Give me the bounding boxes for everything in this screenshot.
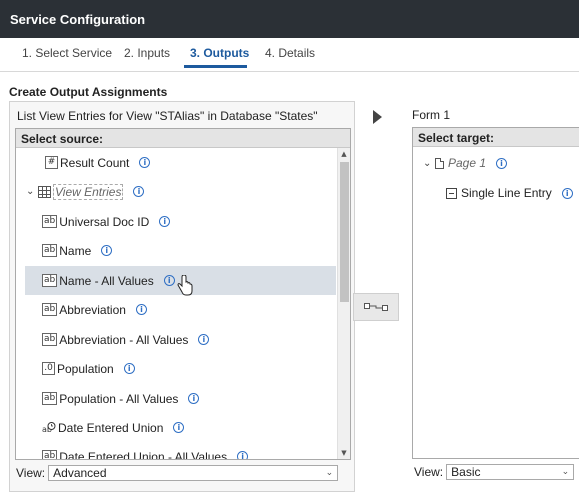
hand-cursor-icon — [177, 274, 193, 295]
tree-item-population-all-values[interactable]: ab Population - All Values i — [25, 384, 336, 413]
connect-icon — [364, 303, 388, 311]
source-panel: List View Entries for View "STAlias" in … — [9, 101, 355, 492]
window-title: Service Configuration — [0, 0, 579, 38]
tree-item-label: Abbreviation — [59, 302, 126, 317]
tabs-divider — [0, 71, 579, 72]
info-icon[interactable]: i — [496, 157, 508, 169]
tab-select-service[interactable]: 1. Select Service — [22, 46, 112, 60]
section-title: Create Output Assignments — [9, 85, 168, 99]
tree-item-universal-doc-id[interactable]: ab Universal Doc ID i — [25, 207, 336, 236]
text-field-icon: ab — [42, 303, 58, 316]
target-view-value: Basic — [451, 465, 481, 479]
tree-item-label: Population — [57, 361, 114, 376]
text-field-icon: ab — [42, 333, 58, 346]
text-field-icon: ab — [42, 244, 58, 257]
wizard-tabs: 1. Select Service 2. Inputs 3. Outputs 4… — [0, 38, 579, 71]
chevron-down-icon[interactable]: ⌄ — [423, 158, 435, 169]
chevron-down-icon[interactable]: ⌄ — [26, 186, 38, 197]
source-header: Select source: — [16, 129, 350, 148]
tree-item-population[interactable]: .0 Population i — [25, 354, 336, 383]
tab-inputs[interactable]: 2. Inputs — [124, 46, 170, 60]
tree-item-label: Abbreviation - All Values — [59, 332, 189, 347]
target-header: Select target: — [413, 128, 579, 147]
source-scrollbar[interactable]: ▲ ▼ — [337, 148, 350, 459]
target-tree-box: Select target: ⌄ Page 1 i Single Line En… — [412, 127, 579, 459]
tree-item-page-1[interactable]: ⌄ Page 1 i — [423, 156, 508, 170]
tab-details[interactable]: 4. Details — [265, 46, 315, 60]
tree-item-label: Population - All Values — [59, 391, 179, 406]
text-field-icon: ab — [42, 274, 58, 287]
text-field-icon: ab — [42, 215, 58, 228]
scroll-up-icon[interactable]: ▲ — [338, 148, 350, 160]
target-panel: Form 1 Select target: ⌄ Page 1 i Single … — [410, 101, 579, 492]
text-field-icon: ab — [42, 450, 58, 459]
tree-item-label: Name - All Values — [59, 273, 154, 288]
page-icon — [435, 157, 444, 169]
date-field-icon: ab — [42, 422, 56, 434]
scroll-down-icon[interactable]: ▼ — [338, 447, 350, 459]
active-tab-indicator — [184, 65, 247, 68]
info-icon[interactable]: i — [139, 157, 151, 168]
info-icon[interactable]: i — [561, 187, 573, 199]
tree-item-label: Result Count — [60, 155, 130, 170]
info-icon[interactable]: i — [198, 334, 210, 345]
source-view-select[interactable]: Advanced ⌄ — [48, 465, 339, 481]
tree-item-abbreviation[interactable]: ab Abbreviation i — [25, 295, 336, 324]
info-icon[interactable]: i — [163, 275, 175, 286]
text-field-icon: ab — [42, 392, 58, 405]
tree-item-date-entered-union-all-values[interactable]: ab Date Entered Union - All Values i — [25, 442, 336, 459]
tree-item-label: Name — [59, 243, 92, 258]
tree-item-label: Universal Doc ID — [59, 214, 150, 229]
target-caption: Form 1 — [412, 108, 451, 122]
tree-item-view-entries[interactable]: ⌄ View Entries i — [25, 177, 336, 206]
tab-outputs[interactable]: 3. Outputs — [190, 46, 249, 60]
field-label: Single Line Entry — [461, 186, 552, 200]
target-view-row: View: Basic ⌄ — [414, 464, 575, 480]
tree-item-name[interactable]: ab Name i — [25, 236, 336, 265]
target-view-select[interactable]: Basic ⌄ — [446, 464, 575, 480]
chevron-down-icon: ⌄ — [325, 468, 334, 478]
source-view-value: Advanced — [53, 466, 107, 480]
number-field-icon: .0 — [42, 362, 55, 375]
tree-item-date-entered-union[interactable]: ab Date Entered Union i — [25, 413, 336, 442]
arrow-right-icon — [373, 110, 382, 124]
tree-item-label: Date Entered Union — [58, 420, 164, 435]
tree-item-single-line-entry[interactable]: Single Line Entry i — [446, 186, 573, 200]
info-icon[interactable]: i — [123, 363, 135, 374]
tree-item-label: View Entries — [53, 183, 124, 200]
tree-item-label: Date Entered Union - All Values — [59, 449, 228, 460]
grid-icon — [38, 185, 51, 198]
page-label: Page 1 — [448, 156, 487, 170]
chevron-down-icon: ⌄ — [561, 467, 570, 477]
source-tree-box: Select source: # Result Count i ⌄ View E… — [15, 128, 351, 460]
source-view-row: View: Advanced ⌄ — [16, 465, 339, 481]
number-icon: # — [45, 156, 58, 169]
info-icon[interactable]: i — [188, 393, 200, 404]
map-assignment-button[interactable] — [353, 293, 399, 321]
info-icon[interactable]: i — [173, 422, 185, 433]
tree-item-result-count[interactable]: # Result Count i — [25, 148, 336, 177]
tree-item-abbreviation-all-values[interactable]: ab Abbreviation - All Values i — [25, 325, 336, 354]
scroll-thumb[interactable] — [340, 162, 349, 302]
source-view-label: View: — [16, 466, 46, 480]
info-icon[interactable]: i — [237, 451, 249, 459]
info-icon[interactable]: i — [133, 186, 145, 197]
source-tree[interactable]: # Result Count i ⌄ View Entries i ab Uni… — [16, 148, 338, 459]
info-icon[interactable]: i — [159, 216, 171, 227]
target-view-label: View: — [414, 465, 444, 479]
info-icon[interactable]: i — [101, 245, 113, 256]
info-icon[interactable]: i — [135, 304, 147, 315]
source-caption: List View Entries for View "STAlias" in … — [17, 109, 318, 123]
field-icon — [446, 187, 457, 199]
tree-item-name-all-values[interactable]: ab Name - All Values i — [25, 266, 336, 295]
